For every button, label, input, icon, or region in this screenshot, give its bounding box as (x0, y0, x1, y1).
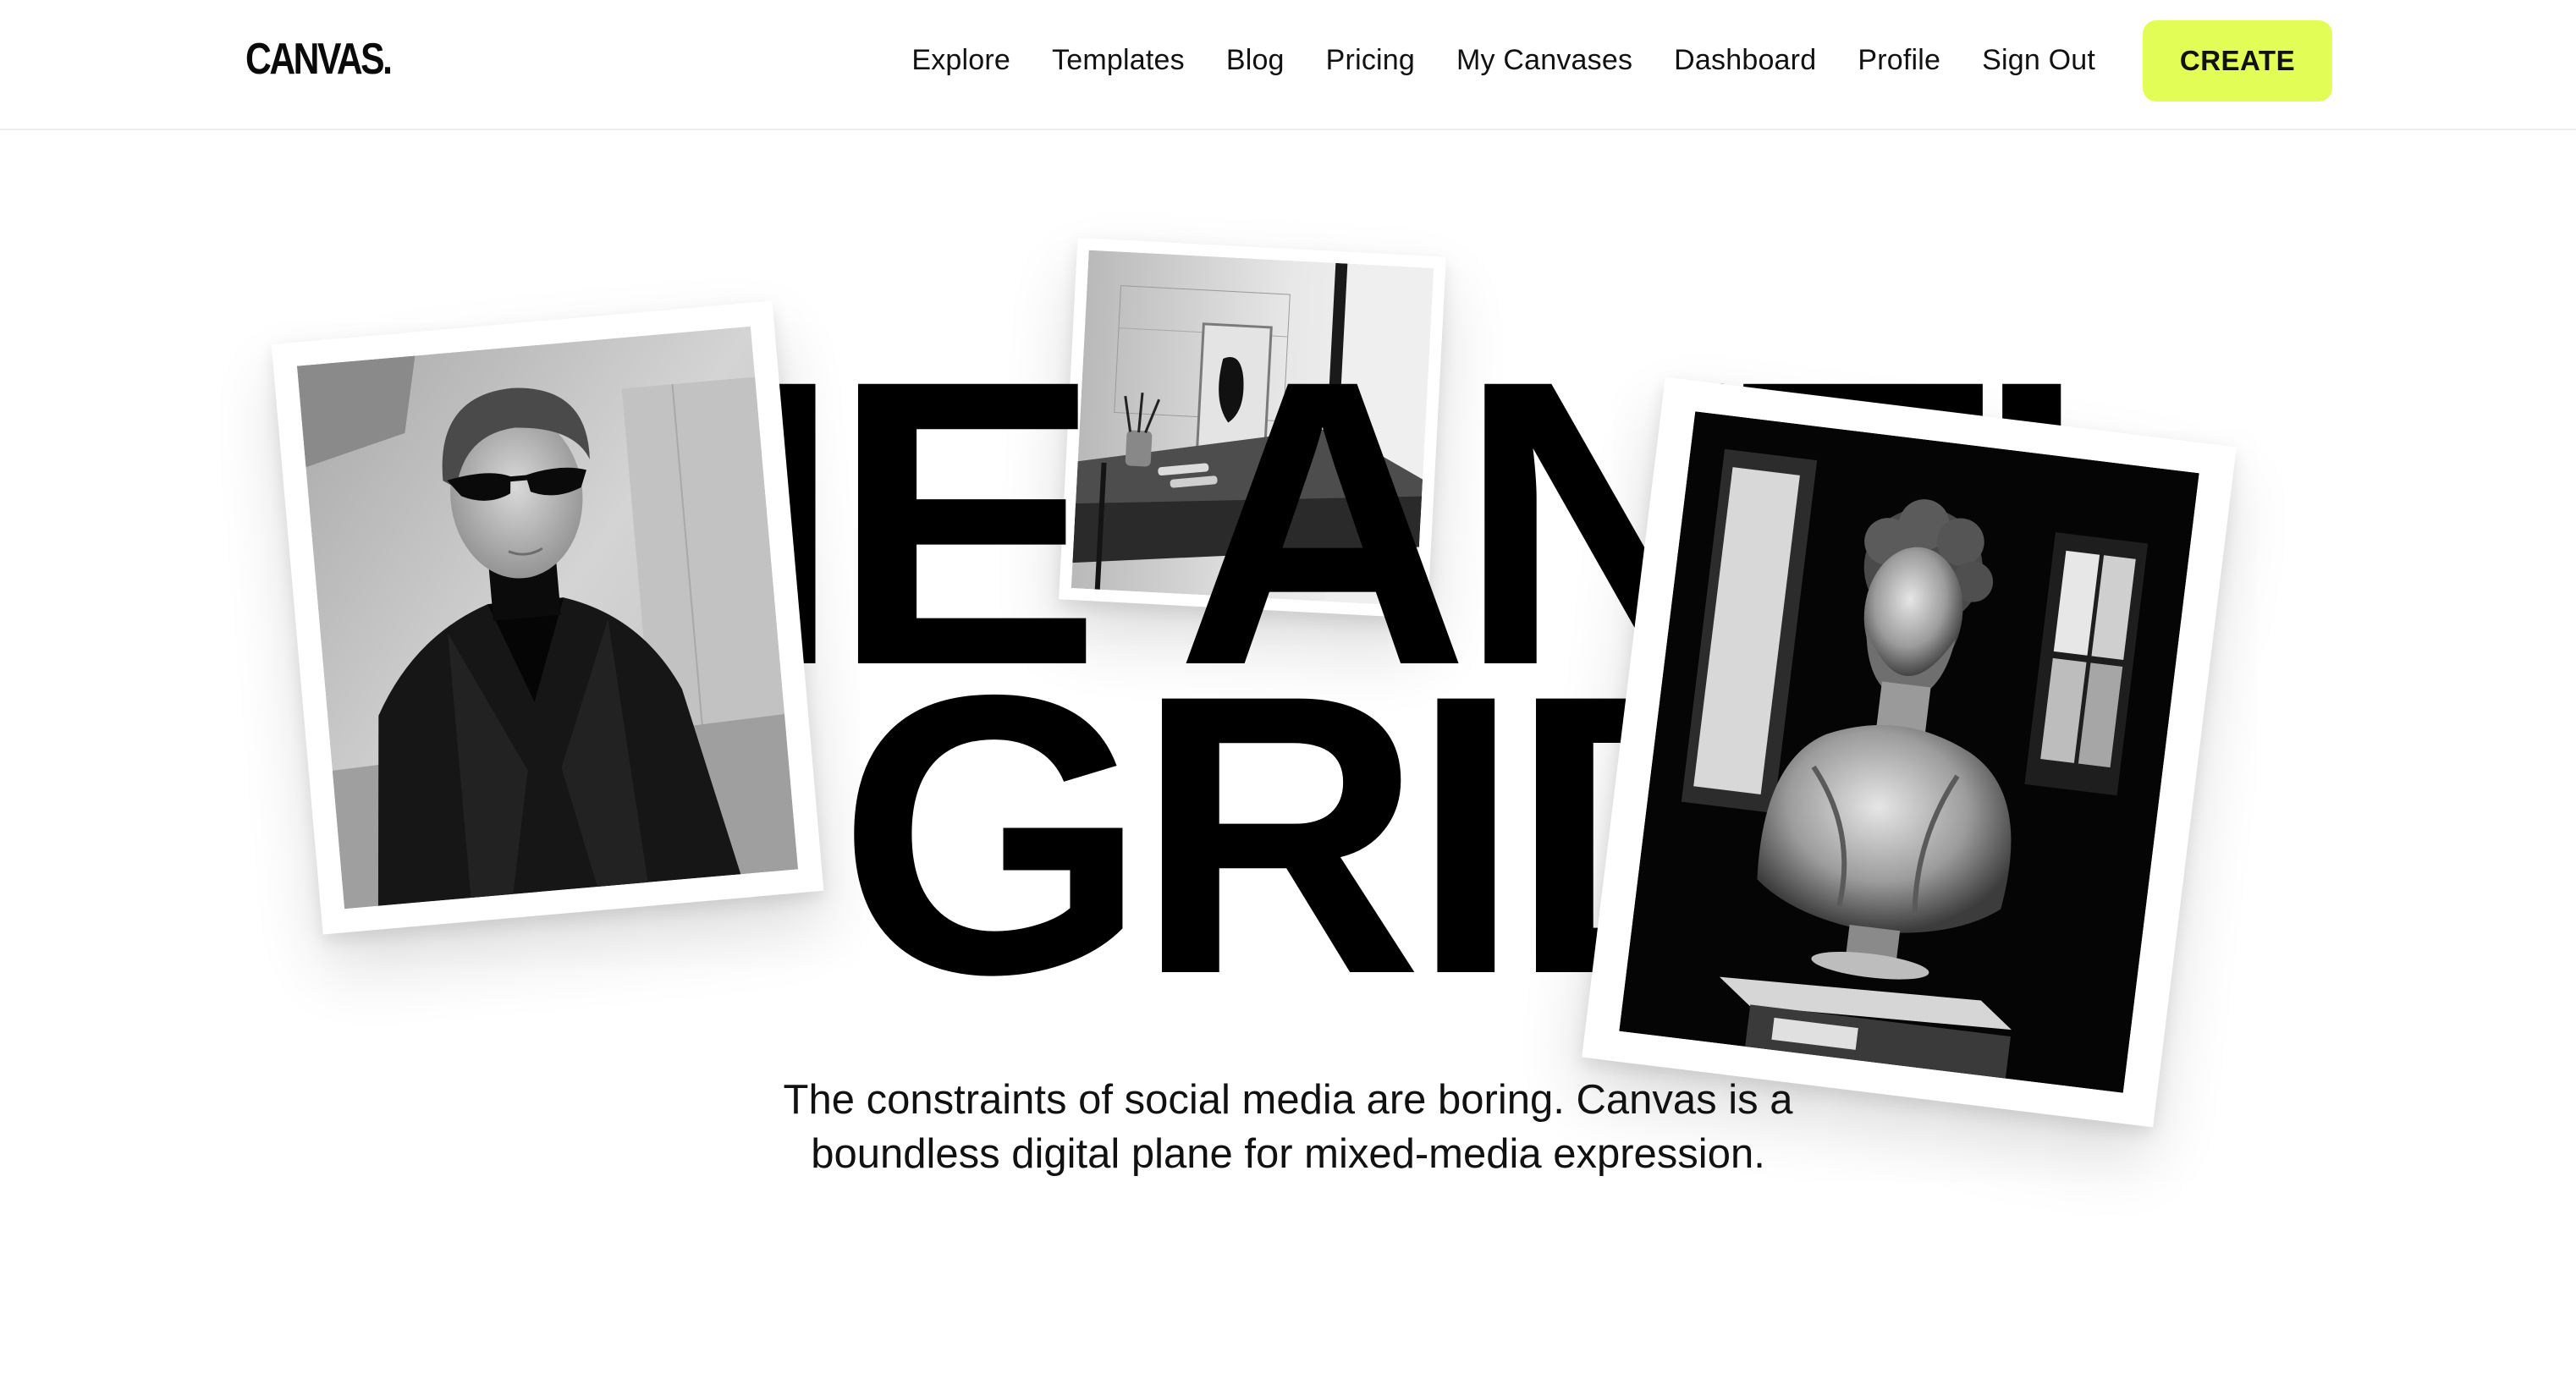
marble-bust-photo[interactable] (1582, 376, 2237, 1128)
top-nav: CANVAS. Explore Templates Blog Pricing M… (0, 0, 2576, 130)
nav-link-templates[interactable]: Templates (1052, 44, 1185, 77)
man-in-sunglasses-photo[interactable] (271, 300, 824, 935)
marble-bust-image (1619, 411, 2199, 1093)
nav-links: Explore Templates Blog Pricing My Canvas… (911, 0, 2095, 120)
man-in-sunglasses-image (296, 326, 799, 910)
nav-link-blog[interactable]: Blog (1226, 44, 1285, 77)
logo[interactable]: CANVAS. (245, 34, 393, 85)
nav-link-sign-out[interactable]: Sign Out (1982, 44, 2095, 77)
nav-link-profile[interactable]: Profile (1858, 44, 1940, 77)
create-button[interactable]: CREATE (2143, 20, 2332, 102)
nav-link-pricing[interactable]: Pricing (1326, 44, 1415, 77)
page: CANVAS. Explore Templates Blog Pricing M… (0, 0, 2576, 1374)
nav-link-dashboard[interactable]: Dashboard (1674, 44, 1816, 77)
nav-link-my-canvases[interactable]: My Canvases (1456, 44, 1632, 77)
hero-tagline: The constraints of social media are bori… (783, 1077, 1793, 1177)
nav-link-explore[interactable]: Explore (911, 44, 1010, 77)
